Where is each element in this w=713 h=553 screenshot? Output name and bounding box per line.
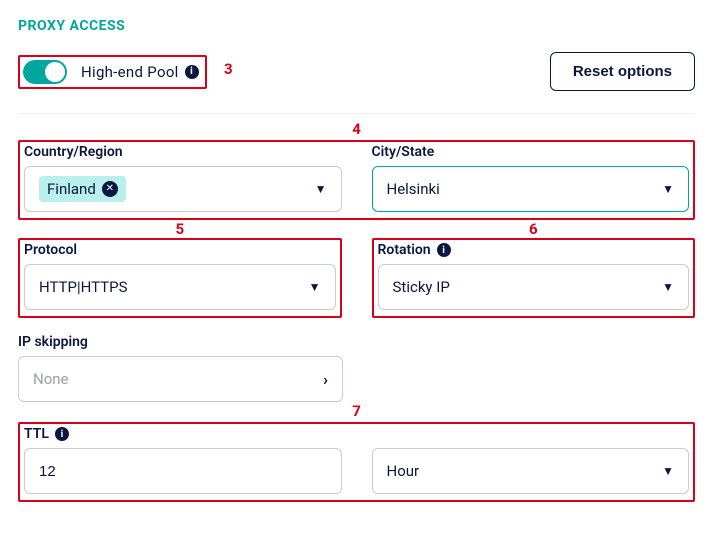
divider [18, 113, 695, 114]
ttl-input[interactable] [24, 448, 342, 494]
ipskipping-label: IP skipping [18, 334, 343, 350]
country-remove-icon[interactable]: ✕ [102, 181, 118, 197]
annotation-4: 4 [18, 120, 695, 138]
annotation-3: 3 [224, 60, 233, 78]
highend-pool-group: High-end Pool i [18, 55, 207, 89]
chevron-down-icon: ▼ [662, 182, 674, 196]
country-city-box: Country/Region Finland ✕ ▼ City/State He… [18, 140, 695, 220]
rotation-label: Rotation i [378, 242, 690, 258]
annotation-6: 6 [372, 220, 696, 238]
highend-pool-text: High-end Pool [81, 63, 179, 81]
country-value: Finland [47, 180, 96, 198]
ipskipping-select[interactable]: None › [18, 356, 343, 402]
annotation-5: 5 [18, 220, 342, 238]
country-field: Country/Region Finland ✕ ▼ [24, 144, 342, 212]
chevron-down-icon: ▼ [662, 280, 674, 294]
ipskipping-value: None [33, 370, 69, 388]
rotation-value: Sticky IP [393, 278, 450, 296]
city-value: Helsinki [387, 180, 440, 198]
ttl-unit-field: Hour ▼ [372, 448, 690, 494]
section-title: PROXY ACCESS [18, 18, 695, 34]
annotation-7: 7 [18, 402, 695, 420]
info-icon[interactable]: i [185, 65, 199, 79]
ttl-unit-select[interactable]: Hour ▼ [372, 448, 690, 494]
city-field: City/State Helsinki ▼ [372, 144, 690, 212]
protocol-box: Protocol HTTP|HTTPS ▼ [18, 238, 342, 318]
ttl-label: TTL i [24, 426, 689, 442]
highend-pool-label: High-end Pool i [81, 63, 199, 81]
chevron-down-icon: ▼ [662, 464, 674, 478]
info-icon[interactable]: i [55, 427, 69, 441]
rotation-box: Rotation i Sticky IP ▼ [372, 238, 696, 318]
protocol-select[interactable]: HTTP|HTTPS ▼ [24, 264, 336, 310]
chevron-right-icon: › [323, 370, 328, 389]
country-chip: Finland ✕ [39, 176, 126, 202]
ttl-unit-value: Hour [387, 462, 420, 480]
rotation-label-text: Rotation [378, 242, 431, 258]
protocol-value: HTTP|HTTPS [39, 278, 128, 296]
toggle-knob [45, 62, 65, 82]
chevron-down-icon: ▼ [315, 182, 327, 196]
highend-pool-toggle[interactable] [23, 60, 67, 84]
ttl-label-text: TTL [24, 426, 49, 442]
protocol-label: Protocol [24, 242, 336, 258]
country-select[interactable]: Finland ✕ ▼ [24, 166, 342, 212]
chevron-down-icon: ▼ [309, 280, 321, 294]
ttl-box: TTL i Hour ▼ [18, 422, 695, 502]
info-icon[interactable]: i [437, 243, 451, 257]
ipskipping-field: IP skipping None › [18, 334, 343, 402]
country-label: Country/Region [24, 144, 342, 160]
ttl-value-field [24, 448, 342, 494]
city-label: City/State [372, 144, 690, 160]
city-select[interactable]: Helsinki ▼ [372, 166, 690, 212]
rotation-select[interactable]: Sticky IP ▼ [378, 264, 690, 310]
reset-options-button[interactable]: Reset options [550, 52, 695, 91]
